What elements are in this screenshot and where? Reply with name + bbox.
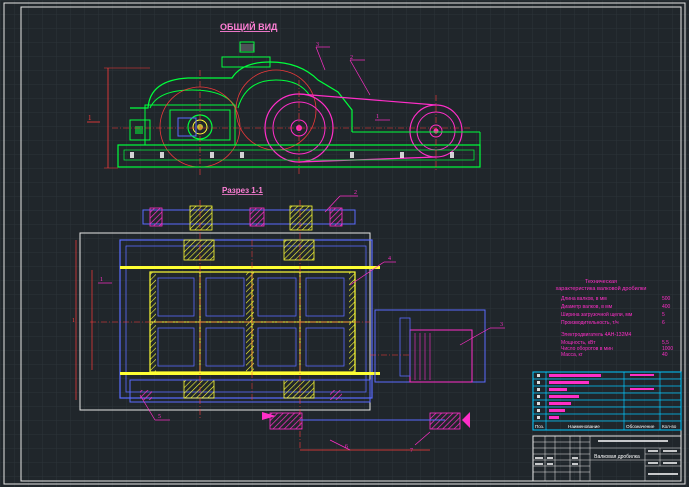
drawing-canvas[interactable]: 1 3 2 1 ОБЩИЙ ВИД Разрез 1-1 1 1 4 2 3 5… [0,0,689,487]
leader-label: 5 [158,414,161,420]
parts-header-qty: Кол-во [662,424,677,429]
leader-label: 2 [354,190,357,196]
leader-label: 7 [410,448,413,454]
spec-label: Производительность, т/ч [561,320,619,326]
spec-value: 500 [662,296,671,302]
spec-label: Длина валков, в мм [561,296,607,302]
dimension-label: 1 [72,318,75,324]
section-title: Разрез 1-1 [222,186,263,195]
spec-label: Масса, кг [561,352,583,358]
spec-value: 5 [662,312,665,318]
motor-heading: Электродвигатель 4АН-132М4 [561,332,632,338]
drawing-name: Валковая дробилка [594,454,640,460]
specs-heading-1: Техническая [585,279,617,285]
spec-value: 6 [662,320,665,326]
leader-label: 2 [350,55,353,61]
spec-label: Диаметр валков, в мм [561,304,613,310]
parts-header-designation: Обозначение [626,424,655,429]
leader-label: 6 [345,444,348,450]
spec-label: Ширина загрузочной щели, мм [561,311,633,318]
leader-label: 1 [100,277,103,283]
parts-header-name: Наименование [568,424,600,429]
leader-label: 3 [500,322,503,328]
general-view-title: ОБЩИЙ ВИД [220,21,278,32]
parts-header-pos: Поз. [535,424,544,429]
leader-label: 1 [376,114,379,120]
specs-heading-2: характеристика валковой дробилки [556,285,647,292]
leader-label: 3 [316,42,319,48]
leader-label: 4 [388,256,391,262]
spec-value: 40 [662,352,668,358]
spec-value: 400 [662,304,671,310]
cad-viewport[interactable]: 1 3 2 1 ОБЩИЙ ВИД Разрез 1-1 1 1 4 2 3 5… [0,0,689,487]
section-mark-top: 1 [88,114,92,122]
